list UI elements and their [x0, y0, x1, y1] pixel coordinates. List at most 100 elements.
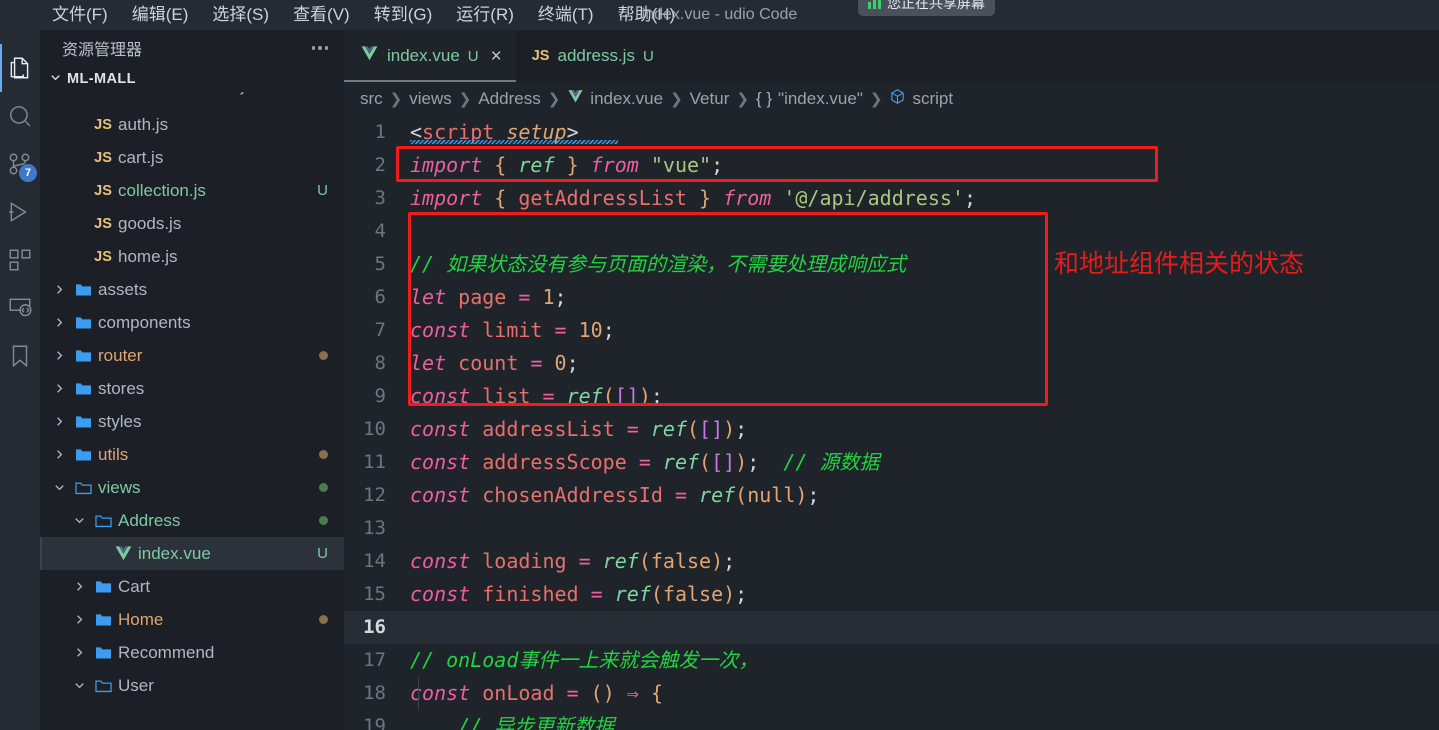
tree-item-components[interactable]: components: [40, 306, 344, 339]
code-line[interactable]: 13: [344, 512, 1439, 545]
tree-item-label: styles: [98, 411, 142, 431]
code-line[interactable]: 6 let page = 1;: [344, 281, 1439, 314]
tab-address-js[interactable]: JS address.js U: [516, 30, 668, 82]
code-line[interactable]: 17 // onLoad事件一上来就会触发一次，: [344, 644, 1439, 677]
code-content[interactable]: 1 <script setup> 2 import { ref } from "vue…: [344, 116, 1439, 730]
tab-index-vue[interactable]: index.vue U ×: [344, 30, 516, 82]
code-line[interactable]: 18 const onLoad = () ⇒ {: [344, 677, 1439, 710]
folder-open-icon: [70, 478, 96, 497]
activity-files-explorer[interactable]: [0, 44, 40, 92]
tree-item-cart[interactable]: Cart: [40, 570, 344, 603]
activity-bar: 7: [0, 30, 40, 730]
tree-item-home[interactable]: Home: [40, 603, 344, 636]
vue-file-icon: [360, 44, 379, 68]
menu-run[interactable]: 运行(R): [444, 0, 526, 30]
chevron-right-icon: [48, 414, 70, 429]
line-number: 16: [363, 616, 386, 638]
code-line[interactable]: 12 const chosenAddressId = ref(null);: [344, 479, 1439, 512]
files-explorer-icon: [7, 55, 33, 81]
vue-file-icon: [110, 544, 136, 563]
tree-item-label: stores: [98, 378, 145, 398]
code-line[interactable]: 19 // 异步更新数据: [344, 710, 1439, 730]
activity-remote-explorer[interactable]: [0, 284, 40, 332]
code-line[interactable]: 15 const finished = ref(false);: [344, 578, 1439, 611]
code-line-text: const addressList = ref([]);: [410, 417, 748, 441]
tree-item-home-js[interactable]: JS home.js: [40, 240, 344, 273]
activity-search[interactable]: [0, 92, 40, 140]
breadcrumb-item-address[interactable]: Address: [478, 89, 540, 109]
code-line[interactable]: 7 const limit = 10;: [344, 314, 1439, 347]
tree-item-auth-js[interactable]: JS auth.js: [40, 108, 344, 141]
line-number: 3: [374, 187, 386, 209]
tree-item-styles[interactable]: styles: [40, 405, 344, 438]
tree-item-address[interactable]: Address: [40, 504, 344, 537]
code-line[interactable]: 16: [344, 611, 1439, 644]
menu-view[interactable]: 查看(V): [281, 0, 362, 30]
activity-extensions[interactable]: [0, 236, 40, 284]
breadcrumb-label: script: [912, 89, 954, 108]
code-line-text: const list = ref([]);: [410, 384, 663, 408]
error-squiggle: [410, 140, 618, 144]
line-number: 19: [363, 715, 386, 730]
tree-item-views[interactable]: views: [40, 471, 344, 504]
chevron-right-icon: [48, 381, 70, 396]
tree-item-status-dot: [319, 516, 328, 525]
code-line[interactable]: 9 const list = ref([]);: [344, 380, 1439, 413]
code-line[interactable]: 10 const addressList = ref([]);: [344, 413, 1439, 446]
code-line[interactable]: 14 const loading = ref(false);: [344, 545, 1439, 578]
chevron-down-icon: [68, 513, 90, 528]
folder-icon: [90, 577, 116, 596]
tree-item-utils[interactable]: utils: [40, 438, 344, 471]
tree-item-cart-js[interactable]: JS cart.js: [40, 141, 344, 174]
js-file-icon: JS: [94, 182, 112, 199]
tree-item-label: home.js: [118, 246, 178, 266]
tree-item-assets[interactable]: assets: [40, 273, 344, 306]
tree-item-user[interactable]: User: [40, 669, 344, 702]
code-line[interactable]: 8 let count = 0;: [344, 347, 1439, 380]
tree-item-label: utils: [98, 444, 129, 464]
activity-run-debug[interactable]: [0, 188, 40, 236]
workspace-root-row[interactable]: ML-MALL: [40, 66, 344, 92]
breadcrumb-item-src[interactable]: src: [360, 89, 383, 109]
activity-source-control[interactable]: 7: [0, 140, 40, 188]
breadcrumb-item-vetur[interactable]: Vetur: [690, 89, 730, 109]
folder-icon: [70, 412, 96, 431]
tree-item-router[interactable]: router: [40, 339, 344, 372]
code-line[interactable]: 1 <script setup>: [344, 116, 1439, 149]
file-tree[interactable]: .js JSauth.jsJScart.jsJScollection.jsUJS…: [40, 92, 344, 730]
tree-item-goods-js[interactable]: JS goods.js: [40, 207, 344, 240]
chevron-right-icon: [48, 447, 70, 462]
menu-help[interactable]: 帮助(H): [606, 0, 688, 30]
code-editor[interactable]: 1 <script setup> 2 import { ref } from "vue…: [344, 116, 1439, 730]
vscode-window: 文件(F) 编辑(E) 选择(S) 查看(V) 转到(G) 运行(R) 终端(T…: [0, 0, 1439, 730]
tree-item-label: router: [98, 345, 143, 365]
code-line[interactable]: 11 const addressScope = ref([]); // 源数据: [344, 446, 1439, 479]
menu-go[interactable]: 转到(G): [362, 0, 445, 30]
menu-file[interactable]: 文件(F): [40, 0, 120, 30]
breadcrumb-item-script[interactable]: script: [889, 88, 953, 110]
tree-item-index-vue[interactable]: index.vue U: [40, 537, 344, 570]
code-line-text: const limit = 10;: [410, 318, 615, 342]
explorer-more-actions-icon[interactable]: [306, 40, 335, 56]
folder-open-icon: [90, 511, 116, 530]
chevron-right-icon: [48, 315, 70, 330]
breadcrumb-item-index-vue[interactable]: index.vue: [567, 88, 663, 110]
tab-close-icon[interactable]: ×: [487, 47, 502, 66]
menu-selection[interactable]: 选择(S): [200, 0, 281, 30]
menu-edit[interactable]: 编辑(E): [120, 0, 201, 30]
menu-terminal[interactable]: 终端(T): [526, 0, 606, 30]
code-line[interactable]: 3 import { getAddressList } from '@/api/a…: [344, 182, 1439, 215]
code-line[interactable]: 2 import { ref } from "vue";: [344, 149, 1439, 182]
activity-bookmarks[interactable]: [0, 332, 40, 380]
chevron-right-icon: [68, 579, 90, 594]
chevron-right-icon: [48, 282, 70, 297]
tree-item-stores[interactable]: stores: [40, 372, 344, 405]
breadcrumb-item-symbol-file[interactable]: { } "index.vue": [756, 89, 863, 109]
tree-item-recommend[interactable]: Recommend: [40, 636, 344, 669]
tree-item-collection-js[interactable]: JS collection.js U: [40, 174, 344, 207]
breadcrumb-item-views[interactable]: views: [409, 89, 452, 109]
explorer-title: 资源管理器: [62, 42, 143, 59]
screen-sharing-badge[interactable]: 您正在共享屏幕: [858, 0, 995, 16]
folder-icon: [90, 643, 116, 662]
line-number: 1: [374, 121, 386, 143]
